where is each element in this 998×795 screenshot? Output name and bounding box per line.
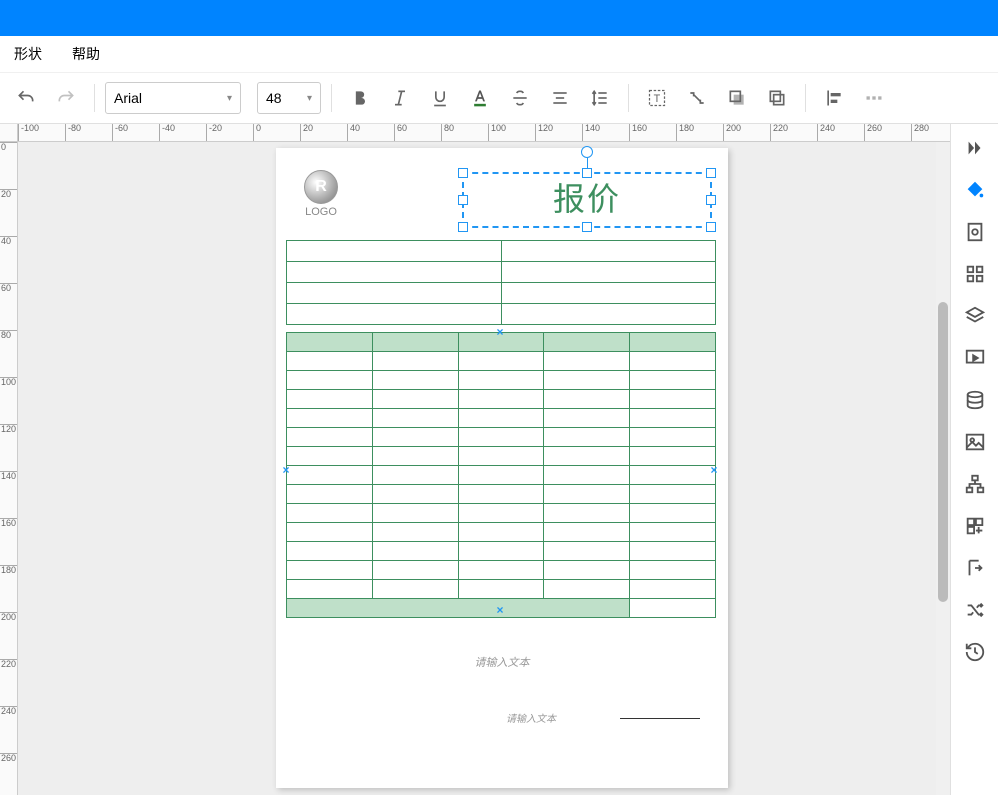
title-bar — [0, 0, 998, 36]
group-handle-top[interactable]: × — [494, 326, 506, 338]
logo-placeholder[interactable]: R LOGO — [298, 170, 344, 218]
menu-bar: 形状 帮助 — [0, 36, 998, 72]
hierarchy-button[interactable] — [957, 466, 993, 502]
distribute-button[interactable] — [856, 80, 892, 116]
format-toolbar: Arial▾ 48▾ T — [0, 72, 998, 124]
shuffle-button[interactable] — [957, 592, 993, 628]
page-settings-button[interactable] — [957, 214, 993, 250]
line-spacing-button[interactable] — [582, 80, 618, 116]
menu-shape[interactable]: 形状 — [14, 44, 42, 64]
data-button[interactable] — [957, 382, 993, 418]
connector-button[interactable] — [679, 80, 715, 116]
ruler-corner — [0, 124, 18, 142]
extensions-button[interactable] — [957, 508, 993, 544]
signature-line[interactable] — [620, 718, 700, 719]
side-panel — [950, 124, 998, 795]
signature-placeholder[interactable]: 请输入文本 — [456, 710, 606, 725]
vertical-scrollbar[interactable] — [936, 142, 950, 795]
underline-button[interactable] — [422, 80, 458, 116]
shadow-button[interactable] — [719, 80, 755, 116]
group-handle-right[interactable]: × — [708, 464, 720, 476]
resize-handle-s[interactable] — [582, 222, 592, 232]
document-title[interactable]: 报价 — [466, 174, 708, 220]
quote-table[interactable] — [286, 332, 716, 618]
align-button[interactable] — [542, 80, 578, 116]
history-button[interactable] — [957, 634, 993, 670]
menu-help[interactable]: 帮助 — [72, 44, 100, 64]
document-page[interactable]: R LOGO 报价 × × × × 请输入文本 — [276, 148, 728, 788]
italic-button[interactable] — [382, 80, 418, 116]
ruler-vertical: 020406080100120140160180200220240260 — [0, 142, 18, 795]
canvas[interactable]: R LOGO 报价 × × × × 请输入文本 — [18, 142, 950, 795]
ruler-horizontal: -100-80-60-40-20020406080100120140160180… — [18, 124, 950, 142]
image-button[interactable] — [957, 424, 993, 460]
font-color-button[interactable] — [462, 80, 498, 116]
redo-button[interactable] — [48, 80, 84, 116]
info-table[interactable] — [286, 240, 716, 325]
font-family-select[interactable]: Arial▾ — [105, 82, 241, 114]
rotation-handle[interactable] — [581, 146, 593, 158]
indent-button[interactable] — [957, 550, 993, 586]
align-left-button[interactable] — [816, 80, 852, 116]
text-box-button[interactable]: T — [639, 80, 675, 116]
bold-button[interactable] — [342, 80, 378, 116]
resize-handle-se[interactable] — [706, 222, 716, 232]
scroll-thumb[interactable] — [938, 302, 948, 602]
workspace: -100-80-60-40-20020406080100120140160180… — [0, 124, 998, 795]
duplicate-button[interactable] — [759, 80, 795, 116]
undo-button[interactable] — [8, 80, 44, 116]
group-handle-left[interactable]: × — [280, 464, 292, 476]
components-button[interactable] — [957, 256, 993, 292]
group-handle-bottom[interactable]: × — [494, 604, 506, 616]
strikethrough-button[interactable] — [502, 80, 538, 116]
svg-text:T: T — [654, 93, 661, 105]
logo-label: LOGO — [298, 206, 344, 218]
collapse-panel-button[interactable] — [957, 130, 993, 166]
layers-button[interactable] — [957, 298, 993, 334]
notes-placeholder[interactable]: 请输入文本 — [276, 654, 728, 670]
presentation-button[interactable] — [957, 340, 993, 376]
resize-handle-sw[interactable] — [458, 222, 468, 232]
fill-panel-button[interactable] — [957, 172, 993, 208]
font-size-select[interactable]: 48▾ — [257, 82, 321, 114]
logo-icon: R — [304, 170, 338, 204]
